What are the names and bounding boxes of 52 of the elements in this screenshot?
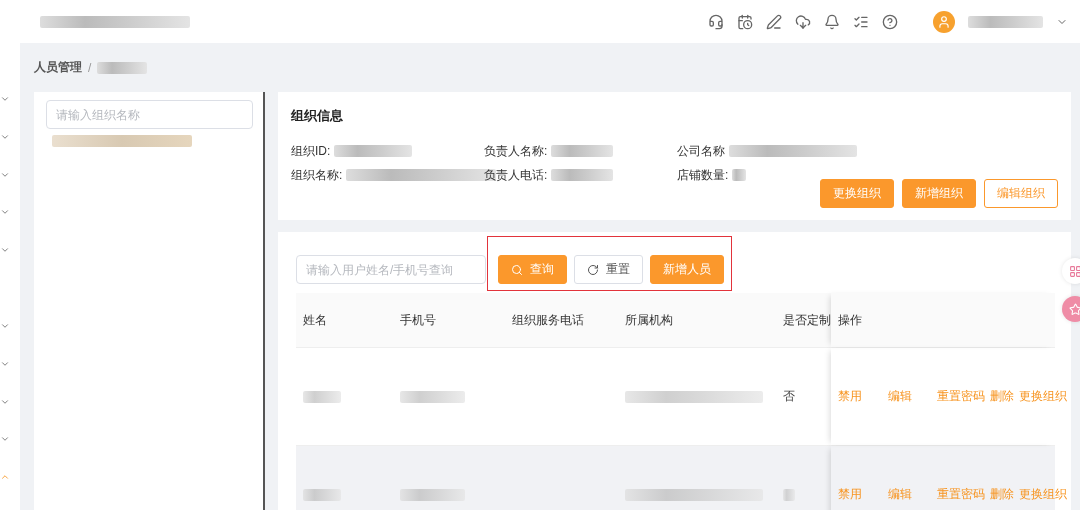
breadcrumb-item[interactable]: 人员管理 [34,59,82,76]
redacted-block [303,390,341,403]
toolbar-button[interactable]: 重置 [574,255,643,284]
breadcrumb-separator: / [88,60,92,75]
search-field[interactable]: 请输入组织名称 [46,100,253,129]
calendar-clock-icon[interactable] [737,13,753,30]
org-button[interactable]: 编辑组织 [984,179,1058,208]
column-header: 手机号 [400,311,436,329]
bell-icon[interactable] [824,13,840,30]
column-header: 是否定制 [783,311,831,329]
field-label: 负责人名称: [484,142,548,160]
table-cell: 否 [783,388,795,405]
field-label: 组织ID: [291,142,331,160]
cloud-download-icon[interactable] [795,13,811,30]
action-link[interactable]: 更换组织 [1019,388,1067,405]
action-link[interactable]: 重置密码 [937,486,985,503]
redacted-block [97,61,148,74]
action-link[interactable]: 删除 [990,388,1014,405]
redacted-block [551,169,614,181]
action-link[interactable]: 删除 [990,486,1014,503]
org-button[interactable]: 新增组织 [902,179,976,208]
field-label: 公司名称 [677,142,725,160]
org-button[interactable]: 更换组织 [820,179,894,208]
column-header: 所属机构 [625,311,673,329]
pen-icon[interactable] [766,13,782,30]
redacted-block [400,390,465,403]
avatar-icon[interactable] [933,10,955,33]
action-link[interactable]: 重置密码 [937,388,985,405]
column-header: 组织服务电话 [512,311,584,329]
field-label: 店铺数量: [677,166,729,184]
section-title: 组织信息 [291,107,344,125]
toolbar-button[interactable]: 查询 [498,255,567,284]
action-link[interactable]: 禁用 [838,388,862,405]
redacted-block [783,488,795,501]
redacted-block [732,169,747,181]
redacted-block [551,145,614,157]
action-link[interactable]: 编辑 [888,388,912,405]
field-label: 组织名称: [291,166,343,184]
headset-icon[interactable] [708,13,724,30]
action-link[interactable]: 更换组织 [1019,486,1067,503]
action-link[interactable]: 禁用 [838,486,862,503]
column-header: 操作 [838,311,862,329]
help-icon[interactable] [882,13,898,30]
search-icon [511,263,523,276]
column-header: 姓名 [303,311,327,329]
toolbar-button[interactable]: 新增人员 [650,255,724,284]
redacted-block [400,488,465,501]
refresh-icon [587,263,599,276]
field-label: 负责人电话: [484,166,548,184]
search-field[interactable]: 请输入用户姓名/手机号查询 [296,255,486,284]
redacted-block [303,488,341,501]
action-link[interactable]: 编辑 [888,486,912,503]
